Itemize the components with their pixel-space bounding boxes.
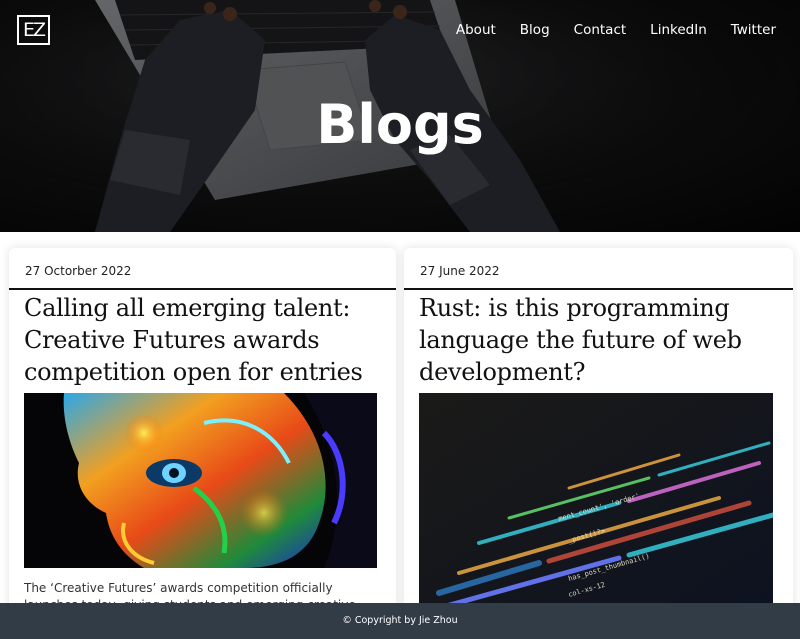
copyright-text: © Copyright by Jie Zhou	[342, 615, 458, 626]
site-logo[interactable]: EZ	[17, 15, 50, 45]
post-date: 27 June 2022	[420, 264, 500, 278]
code-screen-image-art: ment_count', 'order' _post()?> has_post_…	[419, 393, 773, 619]
blog-card[interactable]: 27 Octorber 2022 Calling all emerging ta…	[9, 248, 396, 639]
main-nav: About Blog Contact LinkedIn Twitter	[432, 20, 776, 40]
nav-blog-link[interactable]: Blog	[520, 20, 550, 40]
hero-banner: EZ About Blog Contact LinkedIn Twitter B…	[0, 0, 800, 232]
nav-contact-link[interactable]: Contact	[574, 20, 627, 40]
blog-card[interactable]: 27 June 2022 Rust: is this programming l…	[404, 248, 793, 639]
nav-about-link[interactable]: About	[456, 20, 496, 40]
nav-twitter-link[interactable]: Twitter	[731, 20, 776, 40]
nav-linkedin-link[interactable]: LinkedIn	[650, 20, 707, 40]
post-title[interactable]: Rust: is this programming language the f…	[404, 290, 793, 388]
blog-list: 27 Octorber 2022 Calling all emerging ta…	[0, 232, 800, 639]
code-screen-image[interactable]: ment_count', 'order' _post()?> has_post_…	[419, 393, 773, 619]
painted-face-image-art	[24, 393, 377, 568]
site-footer: © Copyright by Jie Zhou	[0, 603, 800, 639]
post-date: 27 Octorber 2022	[25, 264, 132, 278]
page-title: Blogs	[316, 93, 484, 156]
painted-face-image[interactable]	[24, 393, 377, 568]
post-title[interactable]: Calling all emerging talent: Creative Fu…	[9, 290, 396, 388]
